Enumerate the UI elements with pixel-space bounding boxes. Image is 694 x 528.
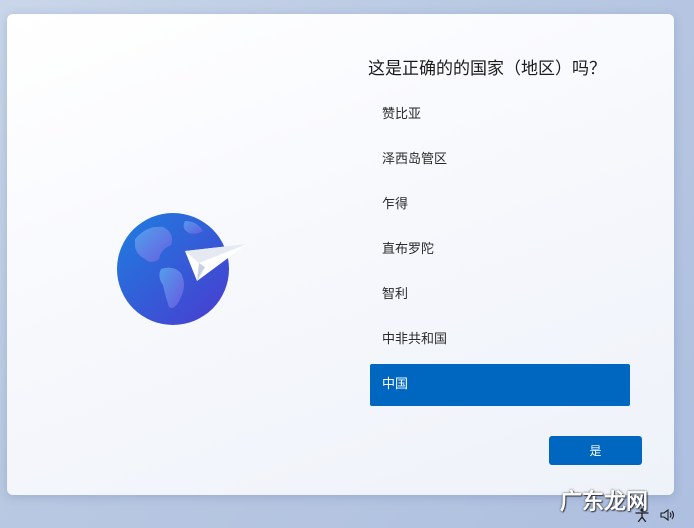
accessibility-icon[interactable] bbox=[634, 508, 650, 522]
region-option-gibraltar[interactable]: 直布罗陀 bbox=[370, 229, 630, 271]
system-tray bbox=[634, 508, 676, 522]
volume-icon[interactable] bbox=[660, 508, 676, 522]
region-list[interactable]: 赞比亚 泽西岛管区 乍得 直布罗陀 智利 中非共和国 中国 bbox=[370, 94, 630, 409]
yes-button[interactable]: 是 bbox=[549, 436, 642, 465]
region-option-china[interactable]: 中国 bbox=[370, 364, 630, 406]
oobe-dialog: 这是正确的的国家（地区）吗？ 赞比亚 泽西岛管区 乍得 直布罗陀 智利 中非共和… bbox=[7, 14, 674, 495]
region-option-chad[interactable]: 乍得 bbox=[370, 184, 630, 226]
region-option-chile[interactable]: 智利 bbox=[370, 274, 630, 316]
page-title: 这是正确的的国家（地区）吗？ bbox=[368, 59, 606, 79]
region-option-zambia[interactable]: 赞比亚 bbox=[370, 94, 630, 136]
globe-with-paper-plane-icon bbox=[117, 213, 247, 325]
region-option-jersey[interactable]: 泽西岛管区 bbox=[370, 139, 630, 181]
region-option-central-african-republic[interactable]: 中非共和国 bbox=[370, 319, 630, 361]
